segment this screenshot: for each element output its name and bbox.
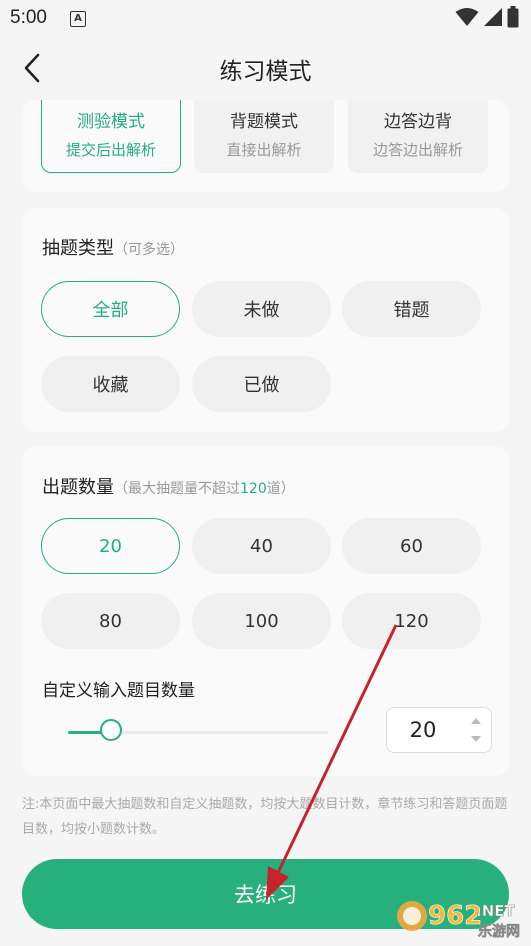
type-option-undone[interactable]: 未做 <box>192 281 331 337</box>
mode-option-memorize[interactable]: 背题模式 直接出解析 <box>194 100 334 173</box>
svg-text:962: 962 <box>428 901 482 931</box>
count-option-120[interactable]: 120 <box>342 593 481 649</box>
status-time: 5:00 <box>10 7 47 28</box>
count-stepper-value[interactable]: 20 <box>387 708 459 752</box>
hint-suffix: 道） <box>266 481 295 497</box>
page-title: 练习模式 <box>219 59 312 85</box>
count-stepper[interactable]: 20 <box>386 707 492 753</box>
page-note: 注:本页面中最大抽题数和自定义抽题数，均按大题数目计数，章节练习和答题页面题目数… <box>22 797 508 837</box>
question-count-title: 出题数量 <box>42 477 114 498</box>
hint-max-value: 120 <box>240 481 267 497</box>
mode-option-title: 边答边背 <box>384 112 452 132</box>
mode-option-subtitle: 边答边出解析 <box>372 141 463 159</box>
svg-text:乐游网: 乐游网 <box>478 923 520 940</box>
svg-text:.NET: .NET <box>476 902 515 920</box>
type-option-favorite[interactable]: 收藏 <box>41 356 180 412</box>
mode-option-subtitle: 提交后出解析 <box>65 141 156 159</box>
signal-icon <box>484 8 502 26</box>
mode-option-title: 背题模式 <box>230 112 298 132</box>
mode-option-subtitle: 直接出解析 <box>226 141 302 159</box>
watermark-logo: 962 .NET 乐游网 <box>392 884 528 942</box>
wifi-icon <box>455 8 479 26</box>
question-count-card: 出题数量（最大抽题量不超过120道） 20 40 60 80 100 120 自… <box>22 446 509 776</box>
stepper-arrows <box>467 712 485 748</box>
status-bar: 5:00 A <box>0 0 531 36</box>
question-type-card: 抽题类型（可多选） 全部 未做 错题 收藏 已做 <box>22 208 509 432</box>
mode-option-answer-memorize[interactable]: 边答边背 边答边出解析 <box>348 100 488 173</box>
mode-option-title: 测验模式 <box>77 112 145 132</box>
count-option-80[interactable]: 80 <box>41 593 180 649</box>
type-option-all[interactable]: 全部 <box>41 281 180 337</box>
type-option-wrong[interactable]: 错题 <box>342 281 481 337</box>
notification-icon: A <box>70 11 86 27</box>
watermark-logo-icon: 962 .NET 乐游网 <box>397 901 520 940</box>
question-count-heading: 出题数量（最大抽题量不超过120道） <box>42 473 295 499</box>
count-slider-thumb[interactable] <box>100 719 122 741</box>
question-type-hint: （可多选） <box>114 242 184 258</box>
count-option-20[interactable]: 20 <box>41 518 180 574</box>
question-type-title: 抽题类型 <box>42 238 114 259</box>
custom-count-label: 自定义输入题目数量 <box>42 681 195 701</box>
count-option-60[interactable]: 60 <box>342 518 481 574</box>
mode-card: 测验模式 提交后出解析 背题模式 直接出解析 边答边背 边答边出解析 <box>22 100 509 192</box>
status-icons <box>455 6 519 28</box>
count-option-40[interactable]: 40 <box>192 518 331 574</box>
nav-bar: 练习模式 <box>0 36 531 100</box>
type-option-done[interactable]: 已做 <box>192 356 331 412</box>
question-count-hint: （最大抽题量不超过120道） <box>114 481 295 497</box>
hint-prefix: （最大抽题量不超过 <box>114 481 240 497</box>
stepper-down-icon[interactable] <box>467 730 485 748</box>
question-type-heading: 抽题类型（可多选） <box>42 234 184 260</box>
stepper-up-icon[interactable] <box>467 712 485 730</box>
battery-icon <box>507 6 519 28</box>
count-option-100[interactable]: 100 <box>192 593 331 649</box>
mode-option-test[interactable]: 测验模式 提交后出解析 <box>41 100 181 173</box>
